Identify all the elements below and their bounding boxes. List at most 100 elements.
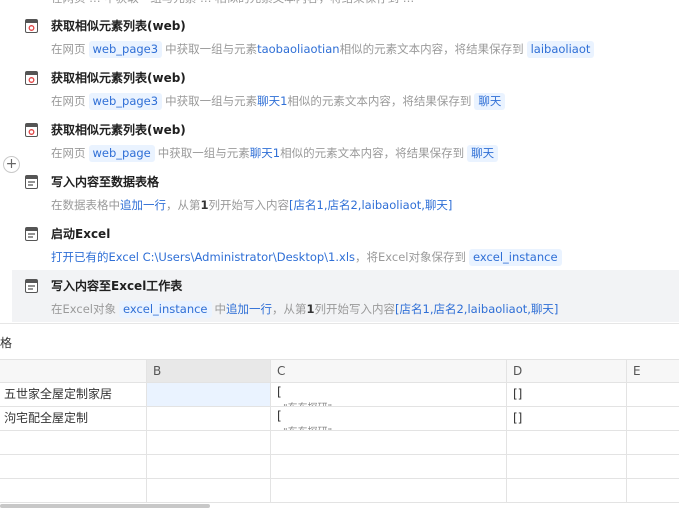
- column-header[interactable]: B: [147, 359, 271, 383]
- column-header[interactable]: E: [627, 359, 679, 383]
- cell-value: [: [277, 409, 282, 423]
- variable-chip: excel_instance: [118, 301, 212, 318]
- desc-text: ，将Excel对象保存到: [355, 250, 466, 264]
- web-element-icon: [25, 123, 38, 137]
- table-cell[interactable]: [271, 479, 507, 503]
- desc-text: 中: [214, 302, 227, 316]
- desc-text: 在网页: [51, 94, 86, 108]
- variable-chip: web_page3: [88, 93, 163, 110]
- variable-chip: web_page3: [88, 41, 163, 58]
- step-title: 启动Excel: [51, 227, 111, 241]
- step-title: 获取相似元素列表(web): [51, 123, 186, 137]
- param-value: 聊天1: [257, 94, 288, 108]
- table-cell[interactable]: [627, 383, 679, 407]
- desc-text: 列开始写入内容: [314, 302, 396, 316]
- table-cell[interactable]: [147, 479, 271, 503]
- column-header-row: BCDE: [0, 359, 679, 383]
- horizontal-scrollbar[interactable]: [0, 504, 210, 508]
- table-cell[interactable]: [627, 407, 679, 431]
- partial-step-desc: 在网页 … 中获取一组与元素 … 相似的元素文本内容，将结果保存到 …: [51, 0, 414, 6]
- table-cell[interactable]: [507, 431, 627, 455]
- table-cell[interactable]: [507, 455, 627, 479]
- desc-text: 在网页: [51, 42, 86, 56]
- param-value: [店名1,店名2,laibaoliaot,聊天]: [289, 198, 453, 212]
- table-cell[interactable]: [147, 455, 271, 479]
- desc-text: 相似的元素文本内容，将结果保存到: [280, 146, 465, 160]
- flow-step[interactable]: 启动Excel 打开已有的Excel C:\Users\Administrator…: [12, 218, 679, 270]
- table-cell[interactable]: [0, 455, 147, 479]
- column-header[interactable]: C: [271, 359, 507, 383]
- step-title: 写入内容至数据表格: [51, 175, 160, 189]
- variable-chip: 聊天: [467, 145, 499, 162]
- desc-text: ，从第: [166, 198, 201, 212]
- flow-step[interactable]: 获取相似元素列表(web) 在网页 web_page3 中获取一组与元素taobaol…: [12, 10, 679, 62]
- step-title: 写入内容至Excel工作表: [51, 279, 183, 293]
- column-header[interactable]: D: [507, 359, 627, 383]
- param-number: 1: [200, 198, 209, 212]
- desc-text: 中获取一组与元素: [157, 146, 250, 160]
- flow-step[interactable]: 写入内容至Excel工作表 在Excel对象 excel_instance 中追加一行…: [12, 270, 679, 322]
- step-title: 获取相似元素列表(web): [51, 71, 186, 85]
- table-cell[interactable]: [627, 431, 679, 455]
- step-description: 打开已有的Excel C:\Users\Administrator\Deskto…: [51, 248, 565, 266]
- step-description: 在网页 web_page3 中获取一组与元素聊天1相似的元素文本内容，将结果保存到聊…: [51, 92, 508, 110]
- table-cell[interactable]: ["东东探研": [271, 407, 507, 431]
- param-number: 1: [306, 302, 315, 316]
- add-step-button[interactable]: +: [3, 156, 20, 173]
- table-cell[interactable]: []: [507, 383, 627, 407]
- table-cell[interactable]: [507, 479, 627, 503]
- desc-text: 中获取一组与元素: [165, 42, 258, 56]
- variable-chip: laibaoliaot: [526, 41, 595, 58]
- step-description: 在网页 web_page 中获取一组与元素聊天1相似的元素文本内容，将结果保存到 聊天: [51, 144, 501, 162]
- table-cell[interactable]: [627, 479, 679, 503]
- table-cell[interactable]: [271, 431, 507, 455]
- step-title: 获取相似元素列表(web): [51, 19, 186, 33]
- param-value: 聊天1: [249, 146, 281, 160]
- param-value: 追加一行: [226, 302, 273, 316]
- param-value: [店名1,店名2,laibaoliaot,聊天]: [395, 302, 559, 316]
- table-row: 泃宅配全屋定制 ["东东探研"[]: [0, 407, 679, 431]
- desc-text: 在网页: [51, 146, 86, 160]
- param-value: 追加一行: [120, 198, 166, 212]
- step-description: 在网页 web_page3 中获取一组与元素taobaoliaotian相似的元素文…: [51, 40, 597, 58]
- table-write-icon: [25, 175, 38, 189]
- param-value: taobaoliaotian: [257, 42, 340, 56]
- table-row: [0, 479, 679, 503]
- column-header[interactable]: [0, 359, 147, 383]
- excel-preview: 格 BCDE五世家全屋定制家居["东东探研"[]泃宅配全屋定制["东东探研"[]: [0, 324, 679, 508]
- cell-value: [: [277, 385, 282, 399]
- table-cell[interactable]: [627, 455, 679, 479]
- web-element-icon: [25, 19, 38, 33]
- desc-text: 相似的元素文本内容，将结果保存到: [287, 94, 472, 108]
- step-description: 在数据表格中追加一行，从第1列开始写入内容[店名1,店名2,laibaoliao…: [51, 196, 452, 214]
- param-value: 打开已有的Excel C:\Users\Administrator\Deskto…: [51, 250, 356, 264]
- table-cell[interactable]: [147, 407, 271, 431]
- table-cell[interactable]: [271, 455, 507, 479]
- table-row: 五世家全屋定制家居 ["东东探研"[]: [0, 383, 679, 407]
- table-cell[interactable]: ["东东探研": [271, 383, 507, 407]
- web-element-icon: [25, 71, 38, 85]
- excel-icon: [25, 227, 38, 241]
- table-cell[interactable]: 泃宅配全屋定制: [0, 407, 147, 431]
- table-write-icon: [25, 279, 38, 293]
- table-cell[interactable]: [147, 431, 271, 455]
- table-cell[interactable]: [147, 383, 271, 407]
- table-cell[interactable]: []: [507, 407, 627, 431]
- flow-step[interactable]: 写入内容至数据表格 在数据表格中追加一行，从第1列开始写入内容[店名1,店名2,l…: [12, 166, 679, 218]
- flow-panel: 在网页 … 中获取一组与元素 … 相似的元素文本内容，将结果保存到 … 获取相似…: [0, 0, 679, 323]
- desc-text: ，从第: [272, 302, 307, 316]
- flow-step[interactable]: 获取相似元素列表(web) 在网页 web_page3 中获取一组与元素聊天1相似的元…: [12, 62, 679, 114]
- table-cell[interactable]: 五世家全屋定制家居: [0, 383, 147, 407]
- desc-text: 列开始写入内容: [208, 198, 290, 212]
- desc-text: 相似的元素文本内容，将结果保存到: [339, 42, 524, 56]
- step-description: 在Excel对象 excel_instance 中追加一行，从第1列开始写入内容[店…: [51, 300, 558, 318]
- table-cell[interactable]: [0, 479, 147, 503]
- variable-chip: 聊天: [474, 93, 506, 110]
- flow-step[interactable]: 获取相似元素列表(web) 在网页 web_page 中获取一组与元素聊天1相似的元素…: [12, 114, 679, 166]
- desc-text: 在数据表格中: [51, 198, 120, 212]
- desc-text: 中获取一组与元素: [165, 94, 258, 108]
- variable-chip: excel_instance: [468, 249, 562, 266]
- table-cell[interactable]: [0, 431, 147, 455]
- sheet-title: 格: [0, 336, 13, 350]
- desc-text: 在Excel对象: [51, 302, 116, 316]
